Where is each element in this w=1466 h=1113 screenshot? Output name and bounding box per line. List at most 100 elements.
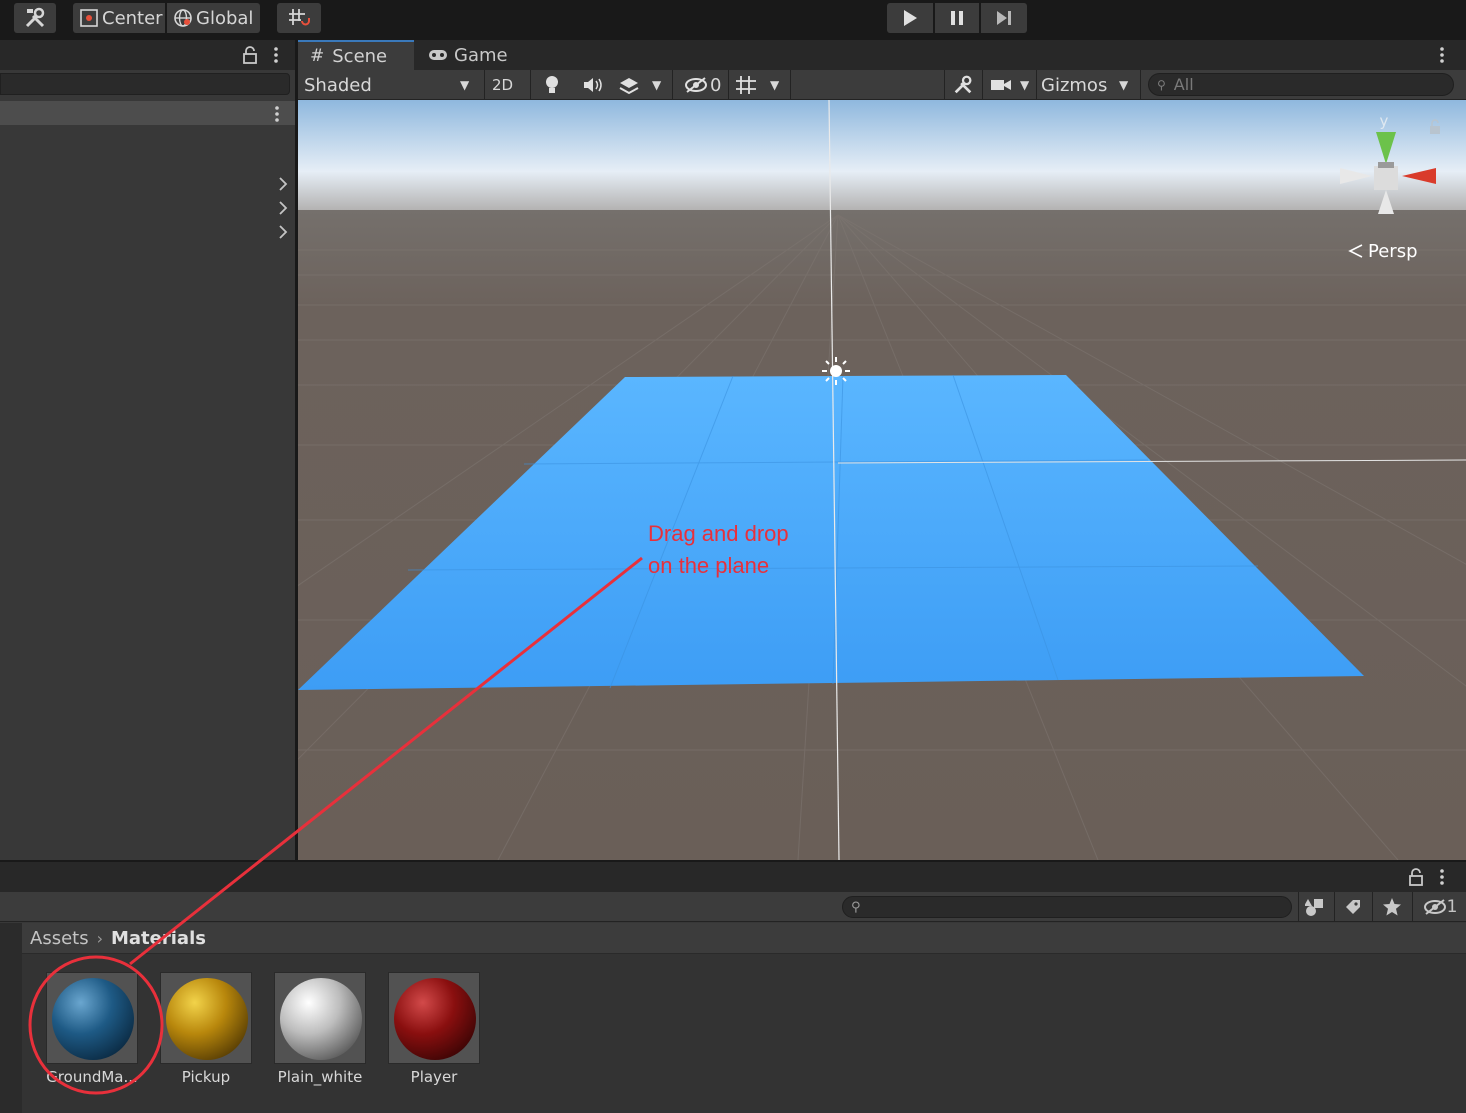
tab-game[interactable]: Game <box>416 40 526 70</box>
shapes-icon <box>1305 899 1323 916</box>
hidden-objects-toggle[interactable]: 0 <box>684 70 724 100</box>
play-icon <box>904 10 917 26</box>
tools-icon <box>25 7 45 28</box>
scene-search-input[interactable]: ⚲ All <box>1148 73 1454 96</box>
grid-snap-icon <box>289 9 310 26</box>
asset-label: Plain_white <box>277 1068 363 1086</box>
project-search-input[interactable]: ⚲ <box>842 896 1292 918</box>
pause-button[interactable] <box>935 3 979 33</box>
globe-icon <box>174 9 192 27</box>
hierarchy-tab-bar <box>0 40 295 70</box>
pivot-center-icon <box>80 9 98 27</box>
chevron-right-icon: › <box>96 928 103 948</box>
hidden-count: 0 <box>710 74 722 96</box>
kebab-menu-icon[interactable] <box>1438 46 1446 64</box>
play-button[interactable] <box>887 3 933 33</box>
search-icon: ⚲ <box>1157 77 1166 92</box>
grid-toggle[interactable]: ▼ <box>734 70 788 100</box>
chevron-right-icon[interactable] <box>277 200 289 216</box>
lock-icon[interactable] <box>242 46 258 64</box>
kebab-menu-icon[interactable] <box>1438 868 1446 886</box>
gamepad-icon <box>429 50 447 60</box>
eye-slash-icon <box>1423 899 1446 915</box>
gizmo-axis-label: y <box>1380 112 1389 130</box>
dropdown-arrow-icon: ▼ <box>1020 78 1030 92</box>
asset-tile-pickup[interactable]: Pickup <box>144 972 254 1102</box>
hierarchy-search-input[interactable] <box>0 73 290 95</box>
kebab-menu-icon[interactable] <box>273 105 281 123</box>
scene-render: y Persp <box>298 100 1466 860</box>
asset-tile-player[interactable]: Player <box>372 972 482 1102</box>
scene-tools-button[interactable] <box>952 70 976 100</box>
asset-tile-plain-white[interactable]: Plain_white <box>258 972 368 1102</box>
directional-light-icon[interactable] <box>822 357 850 385</box>
hidden-packages-count: 1 <box>1446 897 1458 917</box>
scene-view-panel: # Scene Game Shaded ▼ 2D ▼ 0 ▼ ▼ Gizmos … <box>298 40 1466 860</box>
scene-search-placeholder: All <box>1173 75 1194 94</box>
asset-tile-groundmat[interactable]: GroundMa... <box>30 972 140 1102</box>
annotation-line-1: Drag and drop <box>648 521 789 546</box>
kebab-menu-icon[interactable] <box>272 46 280 64</box>
2d-label: 2D <box>492 76 514 94</box>
star-icon <box>1383 898 1401 916</box>
audio-toggle[interactable] <box>582 70 604 100</box>
hierarchy-scene-row[interactable] <box>0 101 295 125</box>
search-by-type-button[interactable] <box>1302 892 1328 922</box>
annotation-text: Drag and drop on the plane <box>648 518 789 582</box>
search-icon: ⚲ <box>851 899 861 915</box>
material-sphere <box>280 978 362 1060</box>
camera-icon <box>991 80 1011 90</box>
search-by-label-button[interactable] <box>1340 892 1366 922</box>
annotation-line-2: on the plane <box>648 553 770 578</box>
tab-game-label: Game <box>454 44 508 66</box>
layers-icon <box>619 78 639 95</box>
hierarchy-panel <box>0 40 295 860</box>
hidden-packages-toggle[interactable]: 1 <box>1416 892 1464 922</box>
project-toolbar: ⚲ 1 <box>0 892 1466 922</box>
asset-thumbnail <box>388 972 480 1064</box>
material-sphere <box>394 978 476 1060</box>
project-tab-bar <box>0 862 1466 892</box>
asset-label: GroundMa... <box>46 1068 138 1086</box>
tool-settings-button[interactable] <box>14 3 56 33</box>
gizmos-dropdown[interactable]: Gizmos ▼ <box>1041 70 1137 100</box>
draw-mode-dropdown[interactable]: Shaded ▼ <box>304 70 476 100</box>
breadcrumb-current[interactable]: Materials <box>111 928 206 949</box>
grid-snap-button[interactable] <box>277 3 321 33</box>
chevron-right-icon[interactable] <box>277 224 289 240</box>
2d-toggle-button[interactable]: 2D <box>492 70 522 100</box>
pivot-mode-label: Center <box>102 7 163 29</box>
tab-scene-label: Scene <box>332 45 388 67</box>
dropdown-arrow-icon: ▼ <box>770 78 780 92</box>
project-panel: ⚲ 1 Assets › Materials GroundMa... Picku… <box>0 862 1466 1113</box>
camera-settings-button[interactable]: ▼ <box>990 70 1034 100</box>
breadcrumb-root[interactable]: Assets <box>30 928 89 949</box>
asset-grid: GroundMa... Pickup Plain_white Player <box>22 954 1466 1113</box>
effects-toggle[interactable]: ▼ <box>618 70 662 100</box>
asset-thumbnail <box>160 972 252 1064</box>
breadcrumb: Assets › Materials <box>22 923 1466 954</box>
speaker-icon <box>584 78 602 92</box>
pivot-rotation-button[interactable]: Global <box>167 3 260 33</box>
pivot-rotation-label: Global <box>196 7 254 29</box>
tab-scene[interactable]: # Scene <box>298 40 414 70</box>
tag-icon <box>1346 900 1360 914</box>
favorites-button[interactable] <box>1378 892 1406 922</box>
lightbulb-icon <box>546 76 558 93</box>
projection-label: Persp <box>1368 241 1418 262</box>
scene-viewport[interactable]: y Persp <box>298 100 1466 860</box>
scene-toolbar: Shaded ▼ 2D ▼ 0 ▼ ▼ Gizmos ▼ ⚲ All <box>298 70 1466 100</box>
material-sphere <box>52 978 134 1060</box>
chevron-right-icon[interactable] <box>277 176 289 192</box>
pivot-mode-button[interactable]: Center <box>73 3 165 33</box>
eye-slash-icon <box>685 77 707 93</box>
material-sphere <box>166 978 248 1060</box>
asset-label: Pickup <box>181 1068 231 1086</box>
grid-icon <box>736 76 756 94</box>
main-toolbar: Center Global <box>0 0 1466 38</box>
lighting-toggle[interactable] <box>544 70 566 100</box>
step-button[interactable] <box>981 3 1027 33</box>
lock-icon[interactable] <box>1408 868 1424 886</box>
project-folder-tree <box>0 923 22 1113</box>
tools-icon <box>954 75 972 94</box>
